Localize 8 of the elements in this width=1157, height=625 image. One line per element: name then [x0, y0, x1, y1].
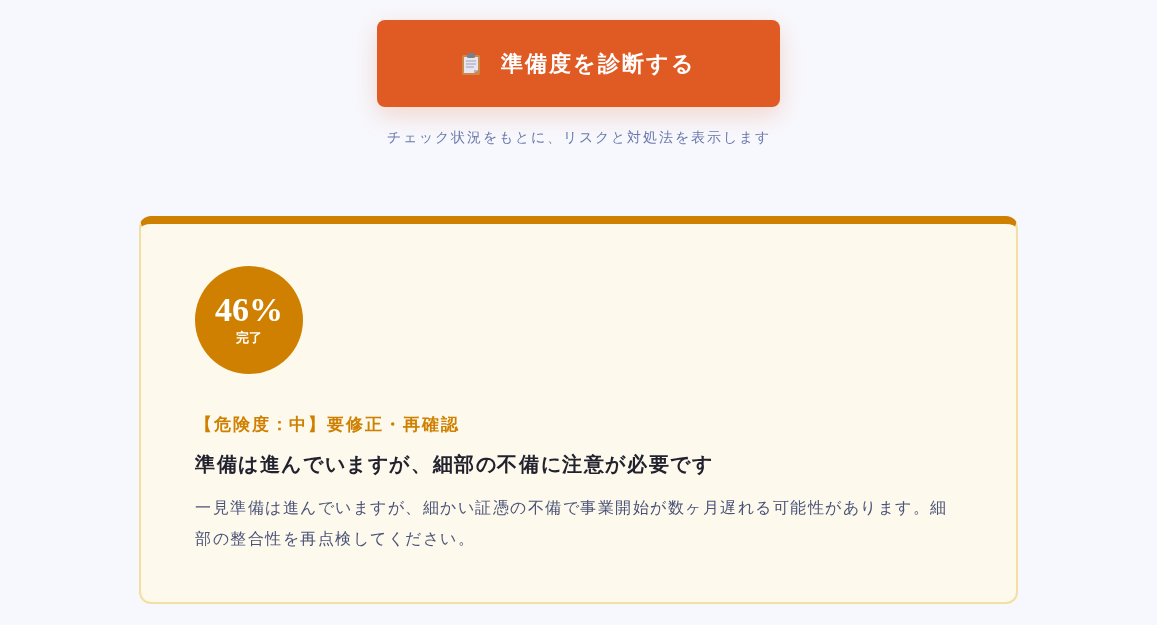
diagnose-button[interactable]: 準備度を診断する: [377, 20, 780, 107]
hint-text: チェック状況をもとに、リスクと対処法を表示します: [386, 128, 771, 147]
clipboard-icon: [461, 51, 481, 76]
percent-caption: 完了: [236, 329, 262, 347]
percent-value: 46%: [215, 293, 283, 327]
result-description: 一見準備は進んでいますが、細かい証憑の不備で事業開始が数ヶ月遅れる可能性があります。細部の整合性を再点検してください。: [195, 497, 949, 550]
risk-level-label: 【危険度：中】要修正・再確認: [195, 413, 460, 436]
result-title: 準備は進んでいますが、細部の不備に注意が必要です: [195, 451, 714, 478]
